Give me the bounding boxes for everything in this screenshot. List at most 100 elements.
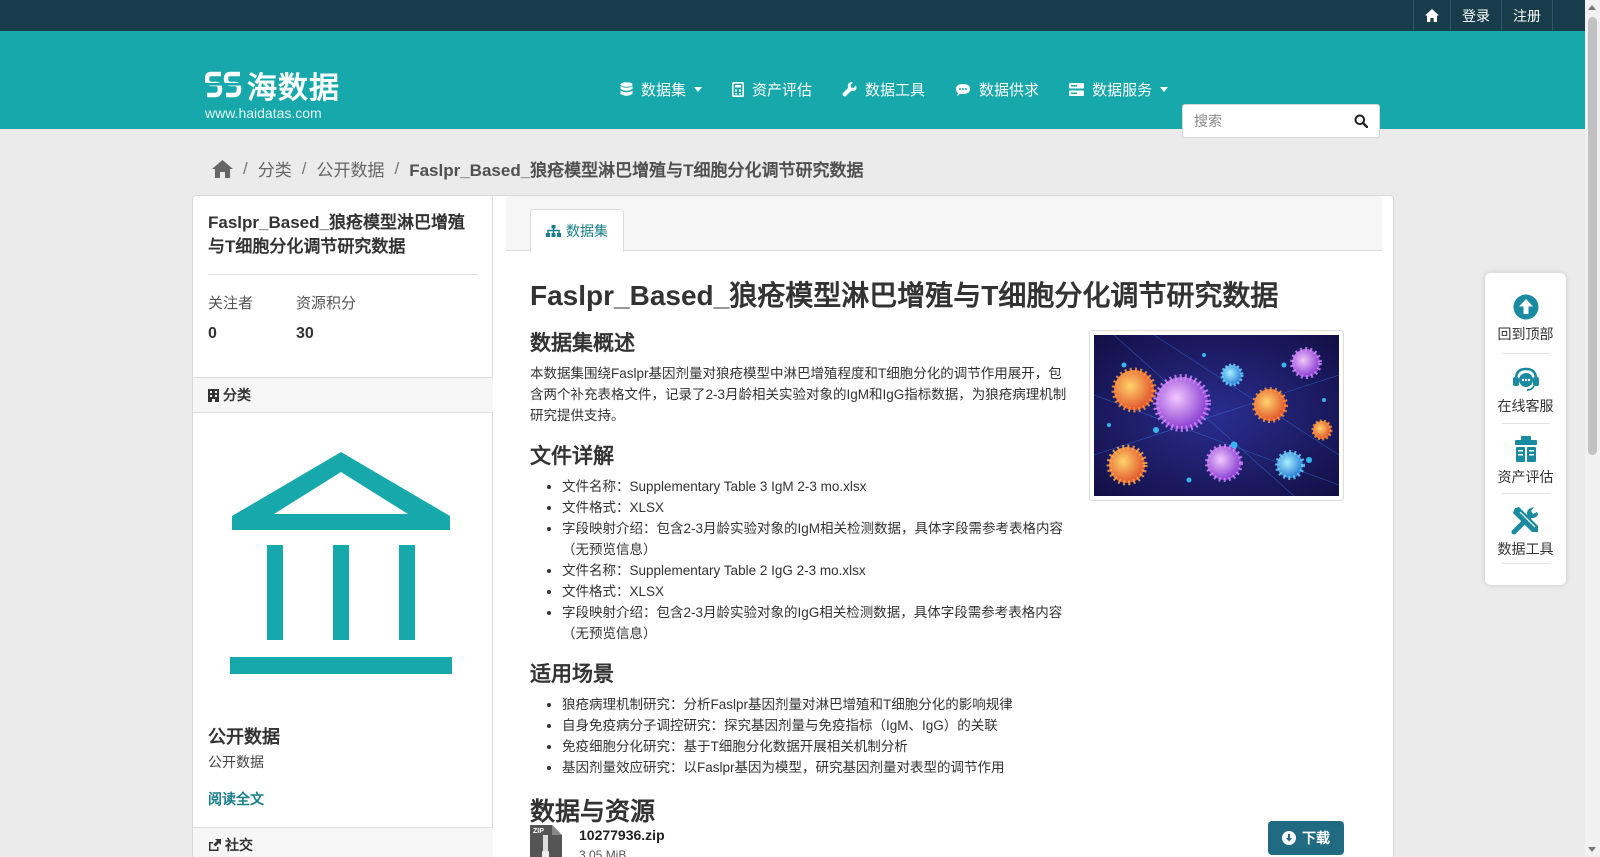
tab-dataset-label: 数据集 [566,223,608,239]
search-input[interactable] [1183,106,1343,136]
chevron-down-icon [694,87,703,92]
list-item: 狼疮病理机制研究：分析Faslpr基因剂量对淋巴增殖和T细胞分化的影响规律 [562,694,1072,715]
floating-tool-panel: 回到顶部 在线客服 资产评估 数据工具 [1485,273,1566,585]
scroll-down-arrow-icon[interactable] [1588,847,1596,852]
building-icon [208,388,219,402]
files-heading: 文件详解 [530,445,614,468]
divider [1502,353,1550,354]
files-list: 文件名称：Supplementary Table 3 IgM 2-3 mo.xl… [530,476,1072,644]
site-logo[interactable]: 海数据 [205,63,340,107]
back-to-top-button[interactable]: 回到顶部 [1485,294,1566,344]
overview-heading: 数据集概述 [530,332,635,355]
back-to-top-label: 回到顶部 [1497,326,1554,342]
resource-file-name[interactable]: 10277936.zip [579,827,665,843]
virus-illustration [1093,334,1340,497]
nav-asset-evaluation[interactable]: 资产评估 [732,79,812,100]
search-box [1182,104,1380,138]
social-section-title: 社交 [225,837,253,853]
nav-data-demand-label: 数据供求 [979,82,1040,99]
list-item: 文件格式：XLSX [562,497,1072,518]
database-icon [620,82,633,97]
public-institution-icon [230,452,452,680]
divider [1502,563,1550,564]
nav-data-services-label: 数据服务 [1092,82,1153,99]
breadcrumb-category[interactable]: 分类 [258,156,292,181]
read-more-link[interactable]: 阅读全文 [208,789,264,809]
dataset-description: 数据集概述 本数据集围绕Faslpr基因剂量对狼疮模型中淋巴增殖程度和T细胞分化… [530,327,1072,838]
divider [208,274,478,275]
float-asset-evaluation-label: 资产评估 [1497,469,1554,485]
online-support-label: 在线客服 [1497,398,1554,414]
login-link[interactable]: 登录 [1450,0,1501,31]
followers-label: 关注者 [208,295,254,312]
content-tabs: 数据集 [506,196,1382,252]
breadcrumb-separator: / [301,158,307,178]
online-support-button[interactable]: 在线客服 [1485,366,1566,416]
sidebar-dataset-title: Faslpr_Based_狼疮模型淋巴增殖与T细胞分化调节研究数据 [208,213,465,256]
breadcrumb-home[interactable] [212,159,233,178]
list-item: 字段映射介绍：包含2-3月龄实验对象的IgM相关检测数据，具体字段需参考表格内容… [562,518,1072,560]
logo-mark-icon [205,71,242,98]
home-icon [212,159,233,178]
nav-asset-evaluation-label: 资产评估 [752,82,813,99]
float-asset-evaluation-button[interactable]: 资产评估 [1485,436,1566,487]
clipboard-icon [1514,436,1537,462]
dataset-title: Faslpr_Based_狼疮模型淋巴增殖与T细胞分化调节研究数据 [530,280,1279,311]
chevron-down-icon [1160,87,1169,92]
page-scrollbar[interactable] [1585,0,1600,857]
calculator-icon [732,82,745,97]
social-section-header: 社交 [193,827,493,857]
arrow-up-circle-icon [1513,294,1538,320]
home-link[interactable] [1413,0,1450,31]
download-button[interactable]: 下载 [1268,821,1344,855]
nav-data-services[interactable]: 数据服务 [1069,79,1169,100]
site-header: 海数据 www.haidatas.com 数据集 资产评估 数据工具 数据供求 … [0,31,1600,138]
main-content: 数据集 Faslpr_Based_狼疮模型淋巴增殖与T细胞分化调节研究数据 数据… [493,196,1393,857]
points-stat: 资源积分 30 [296,292,356,343]
logo-url: www.haidatas.com [205,105,322,121]
nav-data-tools-label: 数据工具 [865,82,926,99]
sidebar: Faslpr_Based_狼疮模型淋巴增殖与T细胞分化调节研究数据 关注者 0 … [193,196,493,857]
nav-data-tools[interactable]: 数据工具 [842,79,925,100]
breadcrumb-separator: / [394,158,400,178]
chat-icon [955,83,971,97]
download-circle-icon [1282,831,1296,845]
scroll-up-arrow-icon[interactable] [1588,5,1596,10]
zip-file-icon: ZIP [530,825,562,857]
overview-text: 本数据集围绕Faslpr基因剂量对狼疮模型中淋巴增殖程度和T细胞分化的调节作用展… [530,366,1067,423]
headset-icon [1512,367,1539,391]
category-section-title: 分类 [223,387,251,403]
list-item: 文件格式：XLSX [562,581,1072,602]
scenarios-heading: 适用场景 [530,663,614,686]
search-button[interactable] [1343,114,1379,128]
list-item: 文件名称：Supplementary Table 3 IgM 2-3 mo.xl… [562,476,1072,497]
nav-datasets[interactable]: 数据集 [620,79,703,100]
scrollbar-thumb[interactable] [1588,17,1597,455]
divider [1502,493,1550,494]
resource-item: ZIP 10277936.zip 3.05 MiB 下载 [530,821,1344,857]
points-label: 资源积分 [296,295,357,312]
scenarios-list: 狼疮病理机制研究：分析Faslpr基因剂量对淋巴增殖和T细胞分化的影响规律 自身… [530,694,1072,778]
tools-icon [1511,507,1538,535]
list-item: 自身免疫病分子调控研究：探究基因剂量与免疫指标（IgM、IgG）的关联 [562,715,1072,736]
float-data-tools-button[interactable]: 数据工具 [1485,505,1566,559]
list-item: 字段映射介绍：包含2-3月龄实验对象的IgG相关检测数据，具体字段需参考表格内容… [562,602,1072,644]
home-icon [1425,9,1439,22]
divider [1502,423,1550,424]
wrench-icon [842,82,857,97]
dataset-card: Faslpr_Based_狼疮模型淋巴增殖与T细胞分化调节研究数据 关注者 0 … [192,195,1394,857]
float-data-tools-label: 数据工具 [1497,541,1554,557]
followers-value: 0 [208,325,217,342]
list-item: 文件名称：Supplementary Table 2 IgG 2-3 mo.xl… [562,560,1072,581]
nav-data-demand[interactable]: 数据供求 [955,79,1039,100]
resources-heading: 数据与资源 [530,798,656,826]
sitemap-icon [546,225,561,237]
tab-dataset[interactable]: 数据集 [530,209,624,252]
register-link[interactable]: 注册 [1501,0,1553,31]
main-nav: 数据集 资产评估 数据工具 数据供求 数据服务 [620,79,1198,100]
category-section-header: 分类 [193,377,493,413]
breadcrumb-public-data[interactable]: 公开数据 [316,156,384,181]
share-icon [208,839,221,851]
server-icon [1069,83,1085,96]
top-utility-bar: 登录 注册 [0,0,1600,31]
